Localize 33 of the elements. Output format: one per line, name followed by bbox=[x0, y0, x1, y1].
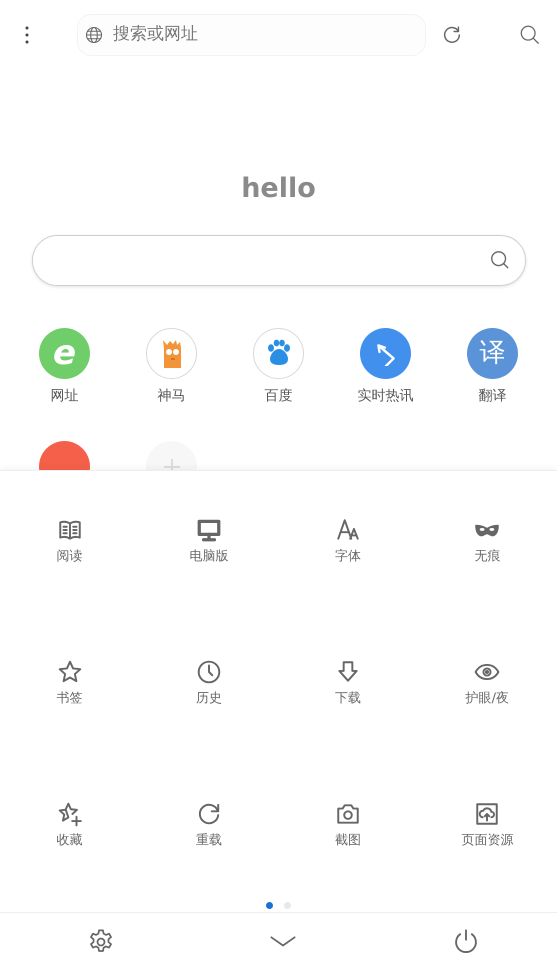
logo-text: hello bbox=[241, 173, 316, 205]
menu-history-button[interactable]: 历史 bbox=[196, 659, 222, 707]
shortcut-label[interactable]: 神马 bbox=[158, 386, 186, 405]
menu-icon[interactable] bbox=[24, 25, 30, 45]
shortcut-icon[interactable] bbox=[253, 328, 304, 379]
menu-font-button[interactable]: 字体 bbox=[335, 517, 362, 565]
star-plus-icon bbox=[56, 801, 83, 827]
menu-reload-button[interactable]: 重载 bbox=[196, 801, 222, 849]
search-field[interactable] bbox=[32, 235, 526, 286]
menu-bookmark-button[interactable]: 书签 bbox=[56, 659, 83, 707]
menu-screenshot-button[interactable]: 截图 bbox=[335, 801, 362, 849]
search-icon[interactable] bbox=[519, 24, 541, 46]
cloud-upload-icon bbox=[474, 801, 500, 827]
shortcut-label[interactable]: 百度 bbox=[264, 386, 292, 405]
menu-download-button[interactable]: 下载 bbox=[335, 659, 362, 707]
menu-resources-button[interactable]: 页面资源 bbox=[461, 801, 514, 849]
address-field[interactable]: 搜索或网址 bbox=[77, 14, 426, 56]
shortcut-label[interactable]: 翻译 bbox=[478, 386, 506, 405]
menu-read-button[interactable]: 阅读 bbox=[56, 517, 83, 565]
search-icon[interactable] bbox=[488, 249, 510, 272]
star-icon bbox=[56, 659, 83, 685]
menu-eye-button[interactable]: 护眼/夜 bbox=[466, 659, 510, 707]
menu-incognito-button[interactable]: 无痕 bbox=[474, 517, 500, 565]
refresh-icon[interactable] bbox=[441, 24, 463, 46]
shortcut-label[interactable]: 实时热讯 bbox=[358, 386, 414, 405]
shortcut-label[interactable]: 网址 bbox=[50, 386, 78, 405]
menu-desktop-button[interactable]: 电脑版 bbox=[189, 517, 228, 565]
monitor-icon bbox=[196, 517, 222, 543]
shortcut-icon[interactable] bbox=[360, 328, 411, 379]
menu-favorite-button[interactable]: 收藏 bbox=[56, 801, 83, 849]
shortcut-icon[interactable]: 译 bbox=[467, 328, 518, 379]
clock-icon bbox=[196, 659, 222, 685]
globe-icon bbox=[84, 25, 104, 45]
